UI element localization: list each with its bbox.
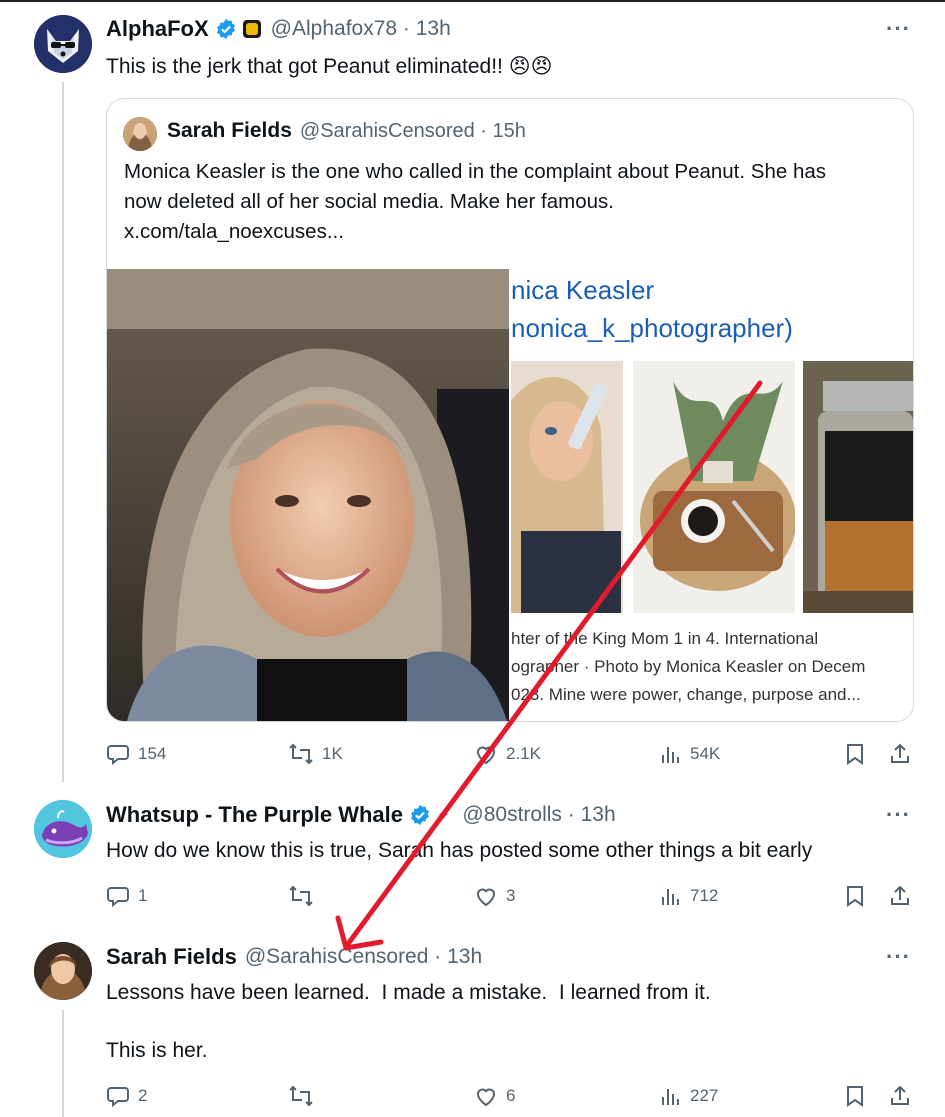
tweet1-author-name[interactable]: AlphaFoX [106, 16, 209, 42]
quote-line-1: Monica Keasler is the one who called in … [124, 160, 826, 183]
tweet1-share-button[interactable] [888, 742, 912, 766]
jar-image [803, 361, 913, 613]
avatar-purple-whale[interactable] [34, 800, 92, 858]
tweet3-like-count: 6 [506, 1086, 516, 1105]
tweet3-views-count: 227 [690, 1086, 719, 1105]
verified-badge-icon [411, 804, 429, 826]
preview-title-2: nonica_k_photographer) [511, 313, 793, 343]
woman-selfie-image [107, 269, 509, 721]
person-avatar-icon [34, 942, 92, 1000]
quote-header: Sarah Fields @SarahisCensored · 15h [167, 119, 526, 143]
tweet1-like-button[interactable]: 2.1K [474, 742, 541, 766]
tweet3-handle[interactable]: @SarahisCensored · 13h [245, 945, 482, 969]
tweet3-header: Sarah Fields @SarahisCensored · 13h [106, 944, 482, 970]
tweet2-share-button[interactable] [888, 884, 912, 908]
tweet1-text: This is the jerk that got Peanut elimina… [106, 55, 553, 78]
plant-board-image [633, 361, 795, 613]
views-icon [662, 1089, 679, 1105]
bookmark-icon [847, 886, 863, 907]
top-border [0, 0, 945, 2]
whale-avatar-icon [34, 800, 92, 858]
quote-media-photo[interactable] [107, 269, 509, 721]
preview-thumb-3 [803, 361, 913, 613]
tweet2-views-button[interactable]: 712 [660, 884, 718, 908]
preview-thumb-2 [633, 361, 795, 613]
quote-line-2: now deleted all of her social media. Mak… [124, 190, 614, 213]
tweet1-reply-button[interactable]: 154 [106, 742, 166, 766]
tweet2-more-button[interactable]: ··· [886, 802, 911, 828]
sparkle-badge-icon: ✦ [437, 807, 451, 824]
repost-icon [289, 1085, 313, 1107]
share-icon [891, 885, 909, 905]
tweet1-views-count: 54K [690, 744, 721, 763]
tweet2-handle[interactable]: @80strolls · 13h [462, 803, 615, 827]
thread-line-1 [62, 82, 64, 782]
quote-author-avatar[interactable] [123, 117, 157, 151]
tweet1-more-button[interactable]: ··· [886, 16, 911, 42]
share-icon [891, 1085, 909, 1105]
fox-avatar-icon [34, 15, 92, 73]
share-icon [891, 743, 909, 763]
verified-badge-icon [216, 18, 235, 40]
views-icon [662, 889, 679, 905]
heart-icon [476, 746, 496, 765]
preview-thumb-1 [511, 361, 623, 613]
tweet3-reply-button[interactable]: 2 [106, 1084, 147, 1108]
views-icon [662, 747, 679, 763]
bookmark-icon [847, 744, 863, 765]
tweet2-author-name[interactable]: Whatsup - The Purple Whale [106, 802, 403, 828]
preview-title-1: nica Keasler [511, 275, 655, 305]
reply-icon [107, 887, 129, 908]
heart-icon [476, 888, 496, 907]
tweet3-author-name[interactable]: Sarah Fields [106, 944, 237, 970]
preview-caption-1: hter of the King Mom 1 in 4. Internation… [511, 629, 819, 648]
tweet1-views-button[interactable]: 54K [660, 742, 720, 766]
tweet3-views-button[interactable]: 227 [660, 1084, 718, 1108]
reply-icon [107, 745, 129, 766]
tweet2-views-count: 712 [690, 886, 719, 905]
tweet2-like-count: 3 [506, 886, 516, 905]
tweet2-like-button[interactable]: 3 [474, 884, 515, 908]
tweet2-text: How do we know this is true, Sarah has p… [106, 839, 813, 862]
avatar-sarah-fields[interactable] [34, 942, 92, 1000]
tweet3-share-button[interactable] [888, 1084, 912, 1108]
quote-author-name[interactable]: Sarah Fields [167, 119, 292, 143]
gold-badge-icon [242, 20, 261, 38]
tweet1-header: AlphaFoX @Alphafox78 · 13h [106, 16, 451, 42]
tweet2-reply-count: 1 [138, 886, 148, 905]
quote-card[interactable]: Sarah Fields @SarahisCensored · 15h Moni… [106, 98, 914, 722]
tweet1-like-count: 2.1K [506, 744, 541, 763]
tweet3-repost-button[interactable] [288, 1084, 314, 1108]
tweet3-text-line-1: Lessons have been learned. I made a mist… [106, 981, 711, 1004]
bookmark-icon [847, 1086, 863, 1107]
woman-phone-image [511, 361, 623, 613]
repost-icon [289, 885, 313, 907]
quote-media-preview[interactable]: nica Keasler nonica_k_photographer) hter… [511, 269, 913, 721]
person-avatar-icon [123, 117, 157, 151]
tweet1-repost-count: 1K [322, 744, 343, 763]
reply-icon [107, 1087, 129, 1108]
tweet1-repost-button[interactable]: 1K [288, 742, 343, 766]
quote-author-handle[interactable]: @SarahisCensored · 15h [300, 120, 526, 143]
preview-caption-3: 023. Mine were power, change, purpose an… [511, 685, 861, 704]
heart-icon [476, 1088, 496, 1107]
tweet2-bookmark-button[interactable] [844, 884, 866, 908]
tweet2-repost-button[interactable] [288, 884, 314, 908]
thread-line-3 [62, 1010, 64, 1117]
tweet3-bookmark-button[interactable] [844, 1084, 866, 1108]
tweet1-bookmark-button[interactable] [844, 742, 866, 766]
tweet1-handle[interactable]: @Alphafox78 · 13h [271, 17, 451, 41]
quote-link[interactable]: x.com/tala_noexcuses... [124, 217, 344, 247]
tweet3-reply-count: 2 [138, 1086, 148, 1105]
tweet1-reply-count: 154 [138, 744, 167, 763]
tweet3-like-button[interactable]: 6 [474, 1084, 515, 1108]
tweet2-reply-button[interactable]: 1 [106, 884, 147, 908]
tweet2-header: Whatsup - The Purple Whale ✦ @80strolls … [106, 802, 616, 828]
tweet3-more-button[interactable]: ··· [886, 944, 911, 970]
avatar-alphafox[interactable] [34, 15, 92, 73]
tweet3-text-line-2: This is her. [106, 1039, 208, 1062]
repost-icon [289, 743, 313, 765]
preview-caption-2: ographer · Photo by Monica Keasler on De… [511, 657, 866, 676]
